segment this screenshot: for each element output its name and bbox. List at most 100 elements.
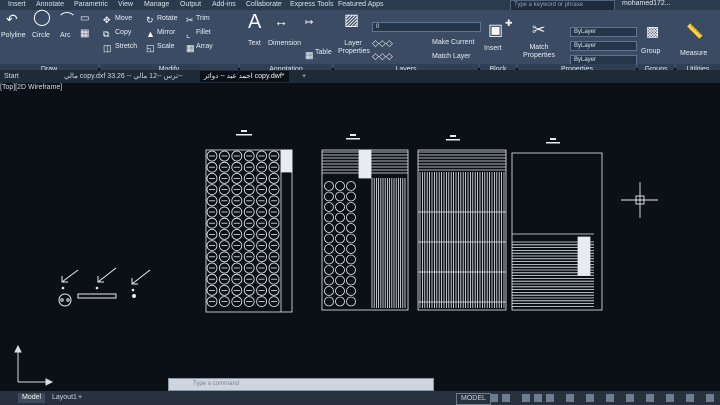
table-icon[interactable]: ▦ [305,48,314,62]
new-tab-icon[interactable]: + [298,71,310,82]
menu-annotate[interactable]: Annotate [36,1,64,8]
layer-dropdown[interactable]: 0 [372,22,481,32]
array-button[interactable]: Array [196,43,213,50]
circle-icon[interactable]: ◯ [33,10,51,26]
tab-model[interactable]: Model [18,393,46,403]
menu-collaborate[interactable]: Collaborate [246,1,282,8]
command-input[interactable]: Type a command [168,378,434,391]
drawing-panel-2 [321,149,409,311]
menu-view[interactable]: View [118,1,133,8]
match-properties-button[interactable]: Match Properties [523,44,555,60]
units-icon[interactable] [646,394,654,402]
text-icon[interactable]: A [248,12,261,32]
mirror-icon[interactable]: ▲ [146,27,155,41]
linetype-dropdown[interactable]: ByLayer [570,41,637,51]
circle-mark [335,223,345,233]
layer-properties-button[interactable]: Layer Properties [338,40,370,56]
trim-icon[interactable]: ✂ [186,13,194,27]
circle-button[interactable]: Circle [32,32,50,39]
viewport-label[interactable]: [Top][2D Wireframe] [0,84,62,91]
menu-addins[interactable]: Add-ins [212,1,236,8]
fillet-button[interactable]: Fillet [196,29,211,36]
dimension-button[interactable]: Dimension [268,40,301,47]
trim-button[interactable]: Trim [196,15,210,22]
measure-button[interactable]: Measure [680,50,707,57]
color-dropdown[interactable]: ByLayer [570,27,637,37]
tab-file-2[interactable]: احمد عبد -- دوائر copy.dwf* [200,71,289,82]
menu-manage[interactable]: Manage [144,1,169,8]
fillet-icon[interactable]: ⌞ [186,27,190,41]
menu-output[interactable]: Output [180,1,201,8]
match-layer-button[interactable]: Match Layer [432,53,471,60]
ortho-icon[interactable] [522,394,530,402]
circle-mark [335,265,345,275]
rectangle-icon[interactable]: ▭ [80,12,89,26]
customize-icon[interactable] [706,394,714,402]
model-space-button[interactable]: MODEL [456,393,491,405]
workspace-icon[interactable] [606,394,614,402]
circle-mark [346,244,356,254]
circle-mark [335,202,345,212]
scale-button[interactable]: Scale [157,43,175,50]
menu-parametric[interactable]: Parametric [74,1,108,8]
circle-mark [346,296,356,307]
grid-icon[interactable] [490,394,498,402]
insert-block-icon[interactable]: ▣ [488,23,503,39]
dimension-icon[interactable]: ↔ [274,14,288,28]
mirror-button[interactable]: Mirror [157,29,175,36]
fullscreen-icon[interactable] [686,394,694,402]
file-tabs: Start مالي copy.dxf 33.26 -- ترس --12 ما… [0,70,720,83]
polyline-icon[interactable]: ↶ [6,12,18,26]
measure-icon[interactable]: 📏 [686,24,703,38]
drawing-canvas[interactable] [0,92,720,388]
circle-mark [324,275,334,286]
block-tools-icon[interactable]: ✚ [505,16,513,30]
table-button[interactable]: Table [315,49,332,56]
lineweight-icon[interactable] [566,394,574,402]
polar-icon[interactable] [534,394,542,402]
scale-icon[interactable]: ◱ [146,41,155,55]
circle-mark [324,244,334,254]
layer-state-icon[interactable]: ◇◇◇ [372,36,393,50]
arc-icon[interactable]: ⌒ [60,12,74,26]
array-icon[interactable]: ▦ [186,41,195,55]
annotation-monitor-icon[interactable] [626,394,634,402]
circle-mark [324,254,334,265]
group-button[interactable]: Group [641,48,660,55]
move-icon[interactable]: ✥ [103,13,111,27]
menu-insert[interactable]: Insert [8,1,26,8]
osnap-icon[interactable] [546,394,554,402]
status-bar: Model Layout1 + MODEL [0,391,720,405]
make-current-button[interactable]: Make Current [432,39,474,46]
circle-mark [324,181,334,191]
copy-button[interactable]: Copy [115,29,131,36]
menu-featured-apps[interactable]: Featured Apps [338,1,384,8]
hatch-icon[interactable]: ▦ [80,27,89,41]
rotate-button[interactable]: Rotate [157,15,178,22]
user-name[interactable]: mohamed172... [622,0,671,7]
menu-express-tools[interactable]: Express Tools [290,1,333,8]
group-icon[interactable]: ▩ [646,24,659,38]
copy-icon[interactable]: ⧉ [103,27,109,41]
arc-button[interactable]: Arc [60,32,71,39]
circle-mark [335,212,345,223]
move-button[interactable]: Move [115,15,132,22]
tab-start[interactable]: Start [0,71,23,82]
layer-properties-icon[interactable]: ▨ [344,13,359,29]
circle-mark [335,296,345,307]
layer-tools-icon[interactable]: ◇◇◇ [372,49,393,63]
insert-button[interactable]: Insert [484,45,502,52]
leader-icon[interactable]: ↦ [305,16,313,30]
text-button[interactable]: Text [248,40,261,47]
annotation-scale-icon[interactable] [586,394,594,402]
isolate-icon[interactable] [666,394,674,402]
polyline-button[interactable]: Polyline [1,32,26,39]
stretch-icon[interactable]: ◫ [103,41,112,55]
match-properties-icon[interactable]: ✂ [532,23,545,39]
rotate-icon[interactable]: ↻ [146,13,154,27]
snap-icon[interactable] [502,394,510,402]
tab-file-1[interactable]: مالي copy.dxf 33.26 -- ترس --12 مالي-- [60,71,187,82]
drawing-panel-1 [205,149,293,313]
stretch-button[interactable]: Stretch [115,43,137,50]
add-layout-icon[interactable]: + [74,393,86,403]
